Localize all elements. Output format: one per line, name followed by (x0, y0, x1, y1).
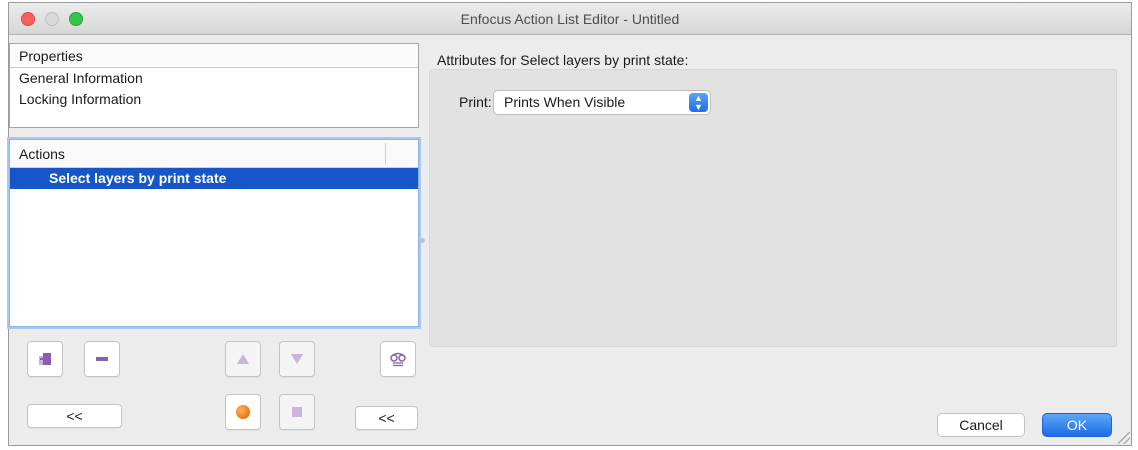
ok-button[interactable]: OK (1042, 413, 1112, 437)
actions-header-label: Actions (19, 146, 65, 162)
record-icon (236, 405, 250, 419)
glasses-icon (390, 352, 406, 367)
column-divider (385, 143, 386, 165)
triangle-down-icon (291, 354, 303, 364)
print-label: Print: (459, 94, 492, 110)
splitter-handle[interactable] (420, 238, 425, 243)
add-action-icon (39, 353, 51, 365)
move-up-button[interactable] (225, 341, 261, 377)
record-button[interactable] (225, 394, 261, 430)
cancel-button[interactable]: Cancel (937, 413, 1025, 437)
triangle-up-icon (237, 354, 249, 364)
chevron-updown-icon: ▲ ▼ (689, 93, 708, 112)
minus-icon (96, 357, 108, 361)
attributes-heading: Attributes for Select layers by print st… (437, 52, 689, 68)
collapse-left-button[interactable]: << (27, 404, 122, 428)
collapse-right-button[interactable]: << (355, 406, 418, 430)
window-title: Enfocus Action List Editor - Untitled (460, 11, 680, 27)
action-item-select-layers-by-print-state[interactable]: Select layers by print state (10, 168, 418, 189)
print-state-value: Prints When Visible (504, 94, 626, 110)
actions-panel: Actions Select layers by print state (9, 139, 419, 327)
properties-item-general-information[interactable]: General Information (10, 68, 418, 89)
inspect-button[interactable] (380, 341, 416, 377)
actions-header: Actions (10, 140, 418, 168)
stop-button[interactable] (279, 394, 315, 430)
resize-grip[interactable] (1118, 432, 1130, 444)
title-bar: Enfocus Action List Editor - Untitled (9, 3, 1131, 35)
remove-action-button[interactable] (84, 341, 120, 377)
print-state-select[interactable]: Prints When Visible ▲ ▼ (493, 90, 711, 115)
add-action-button[interactable] (27, 341, 63, 377)
properties-header: Properties (10, 44, 418, 68)
stop-icon (292, 407, 302, 417)
properties-panel: Properties General Information Locking I… (9, 43, 419, 128)
move-down-button[interactable] (279, 341, 315, 377)
properties-item-locking-information[interactable]: Locking Information (10, 89, 418, 110)
